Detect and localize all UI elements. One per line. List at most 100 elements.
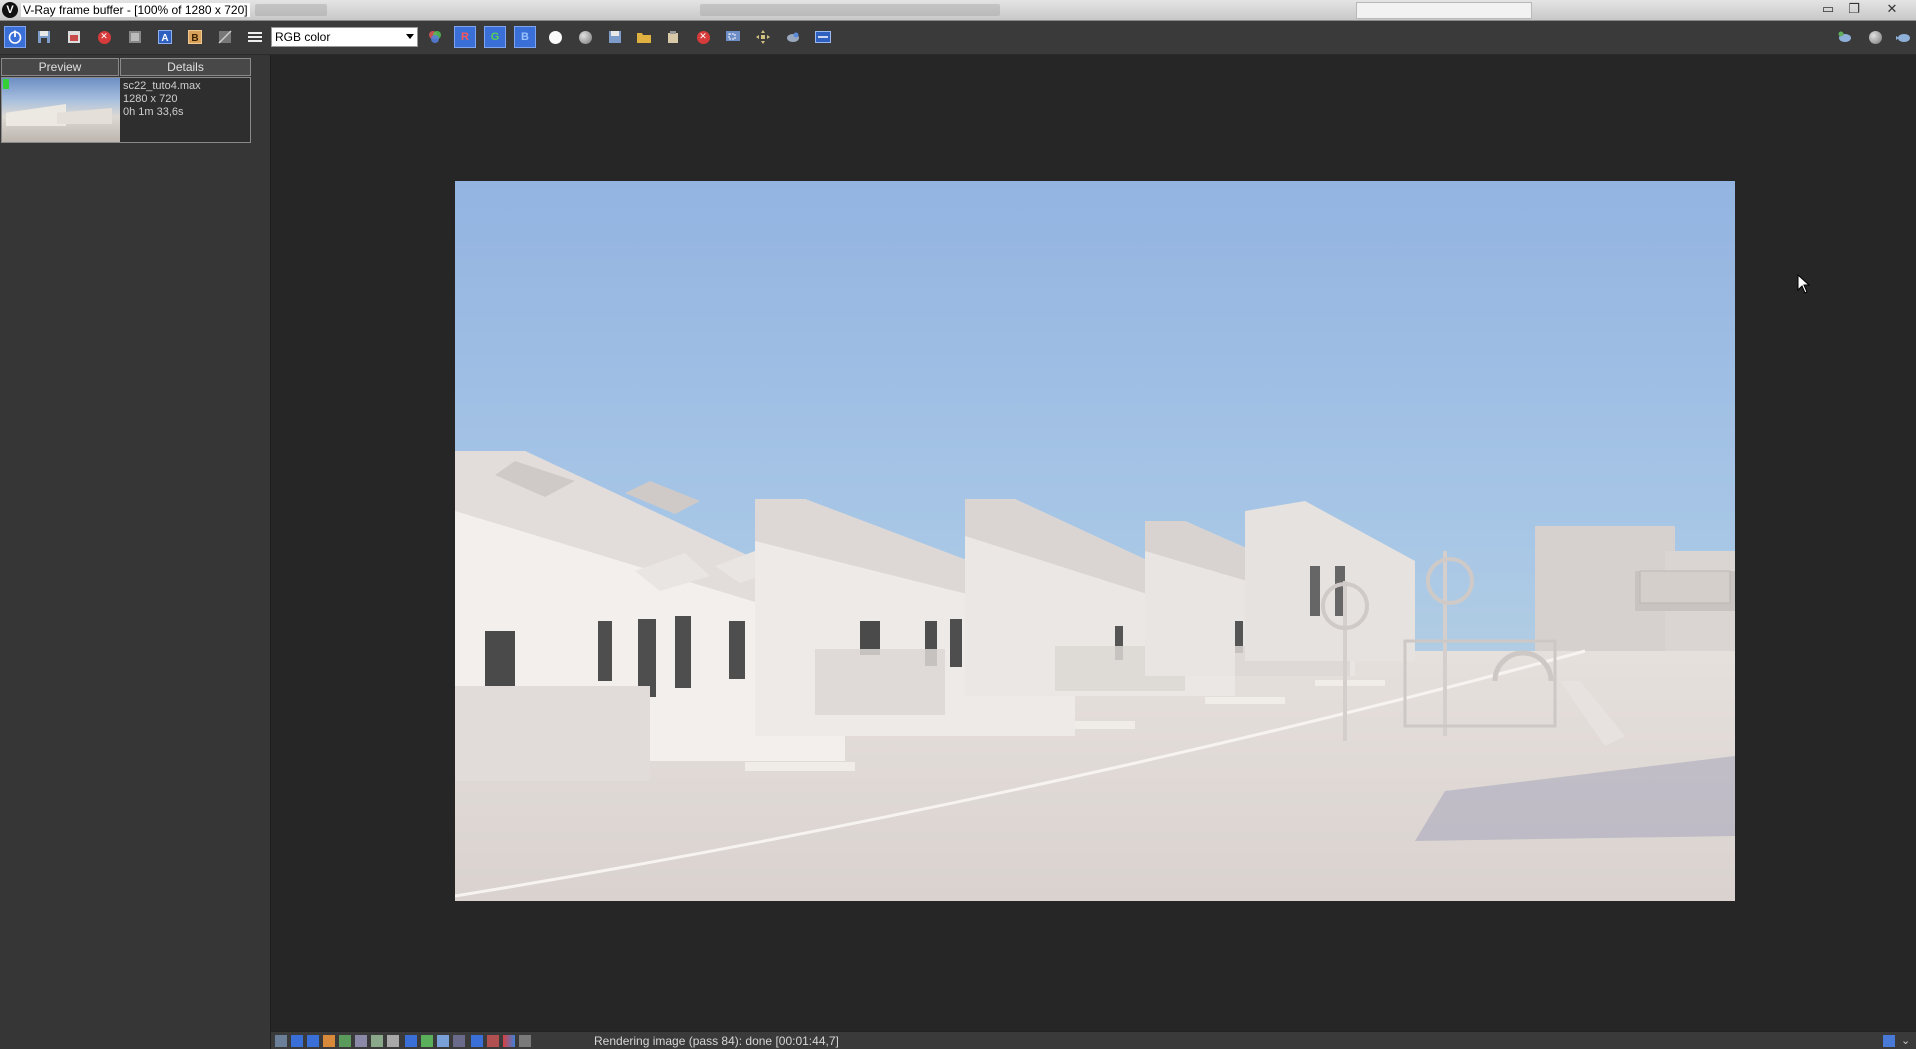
info-icon[interactable]	[307, 1035, 319, 1047]
save-image-button[interactable]	[604, 26, 626, 48]
load-image-button[interactable]	[633, 26, 655, 48]
window-title: V-Ray frame buffer - [100% of 1280 x 720…	[21, 3, 250, 17]
close-button[interactable]: ✕	[1881, 1, 1903, 19]
blue-channel-icon: B	[521, 31, 529, 43]
vray-power-icon	[8, 30, 22, 44]
display-correction-icon[interactable]	[471, 1035, 483, 1047]
levels-icon[interactable]	[323, 1035, 335, 1047]
copy-icon	[129, 31, 141, 43]
save-icon	[38, 31, 50, 43]
teapot-render-button[interactable]	[1834, 26, 1856, 48]
blue-channel-button[interactable]: B	[514, 26, 536, 48]
vray-power-button[interactable]	[4, 26, 26, 48]
panel-toggle-icon[interactable]	[1883, 1035, 1895, 1047]
track-mouse-button[interactable]	[752, 26, 774, 48]
chevron-down-icon[interactable]: ⌄	[1901, 1035, 1913, 1047]
compare-b-icon: B	[188, 30, 202, 44]
tab-preview[interactable]: Preview	[1, 58, 119, 76]
background-window-ghost	[255, 4, 327, 16]
background-window-ghost	[700, 4, 1000, 16]
render-history-panel: Preview Details sc22_tuto4.max 1280 x 72…	[0, 55, 271, 1049]
compare-a-icon: A	[158, 30, 172, 44]
srgb-icon[interactable]	[437, 1035, 449, 1047]
vray-logo-icon: V	[2, 2, 18, 18]
load-image-icon	[637, 33, 651, 43]
gray-sphere-button[interactable]	[1864, 26, 1886, 48]
minimize-button[interactable]: ▭	[1817, 1, 1839, 19]
restore-button[interactable]: ❐	[1843, 1, 1865, 19]
green-channel-icon: G	[490, 31, 500, 43]
test-resolution-icon[interactable]	[519, 1035, 531, 1047]
lens-effects-button[interactable]	[812, 26, 834, 48]
color-correction-button[interactable]	[424, 26, 446, 48]
history-item[interactable]: sc22_tuto4.max 1280 x 720 0h 1m 33,6s	[1, 77, 251, 143]
teapot-render-icon	[1838, 31, 1851, 42]
mono-button[interactable]	[574, 26, 596, 48]
stop-render-button[interactable]: ✕	[692, 26, 714, 48]
clear-icon: ✕	[97, 30, 111, 44]
history-resolution: 1280 x 720	[123, 93, 178, 105]
stop-render-icon: ✕	[696, 30, 710, 44]
clear-button[interactable]: ✕	[93, 26, 115, 48]
history-details: sc22_tuto4.max 1280 x 720 0h 1m 33,6s	[123, 80, 201, 119]
render-button[interactable]	[782, 26, 804, 48]
vfb-settings-icon[interactable]	[275, 1035, 287, 1047]
history-render-time: 0h 1m 33,6s	[123, 106, 184, 118]
background-search-ghost	[1356, 2, 1532, 19]
clear-image-button[interactable]	[662, 26, 684, 48]
tab-details[interactable]: Details	[120, 58, 251, 76]
green-channel-button[interactable]: G	[484, 26, 506, 48]
mouse-cursor-icon	[1797, 274, 1811, 294]
chevron-down-icon	[406, 34, 414, 39]
teapot-icon	[1896, 34, 1910, 42]
history-thumbnail	[2, 78, 120, 142]
render-status: Rendering image (pass 84): done [00:01:4…	[594, 1034, 839, 1048]
render-icon	[787, 32, 799, 42]
status-bar: Rendering image (pass 84): done [00:01:4…	[271, 1031, 1916, 1049]
hue-icon[interactable]	[387, 1035, 399, 1047]
clear-image-icon	[668, 31, 678, 43]
save-image-icon	[609, 31, 621, 43]
white-color-icon	[548, 30, 562, 44]
lens-effects-icon	[815, 31, 831, 43]
region-render-icon	[726, 31, 740, 41]
region-render-button[interactable]	[722, 26, 744, 48]
menu-button[interactable]	[244, 26, 266, 48]
save-button[interactable]	[33, 26, 55, 48]
gray-sphere-icon	[1868, 30, 1882, 44]
save-all-icon	[68, 31, 80, 43]
red-channel-icon: R	[461, 31, 469, 43]
rendered-image[interactable]	[455, 181, 1735, 901]
rendered-scene	[455, 181, 1735, 901]
ab-split-icon	[218, 30, 232, 44]
ab-split-button[interactable]	[214, 26, 236, 48]
white-balance-icon[interactable]	[371, 1035, 383, 1047]
save-all-button[interactable]	[63, 26, 85, 48]
color-correction-icon	[429, 31, 441, 43]
ocio-icon[interactable]	[421, 1035, 433, 1047]
white-color-button[interactable]	[544, 26, 566, 48]
red-channel-button[interactable]: R	[454, 26, 476, 48]
compare-b-button[interactable]: B	[184, 26, 206, 48]
teapot-button[interactable]	[1892, 26, 1914, 48]
compare-icon[interactable]	[503, 1035, 515, 1047]
channel-select[interactable]: RGB color	[271, 27, 418, 47]
title-bar: V V-Ray frame buffer - [100% of 1280 x 7…	[0, 0, 1916, 21]
history-toggle-icon[interactable]	[291, 1035, 303, 1047]
active-marker-icon	[3, 79, 9, 89]
history-filename: sc22_tuto4.max	[123, 80, 201, 92]
main-toolbar: ✕ A B RGB color R G B ✕	[0, 21, 1916, 55]
channel-select-value: RGB color	[275, 30, 331, 44]
menu-icon	[248, 32, 262, 42]
track-mouse-icon	[756, 30, 770, 44]
vray-frame-buffer-window: V V-Ray frame buffer - [100% of 1280 x 7…	[0, 0, 1916, 1049]
copy-button[interactable]	[124, 26, 146, 48]
exposure-icon[interactable]	[355, 1035, 367, 1047]
curves-icon[interactable]	[339, 1035, 351, 1047]
compare-a-button[interactable]: A	[154, 26, 176, 48]
lut-icon[interactable]	[405, 1035, 417, 1047]
mono-icon	[578, 30, 592, 44]
pixel-aspect-icon[interactable]	[453, 1035, 465, 1047]
stereo-icon[interactable]	[487, 1035, 499, 1047]
render-viewport[interactable]	[271, 55, 1916, 1031]
